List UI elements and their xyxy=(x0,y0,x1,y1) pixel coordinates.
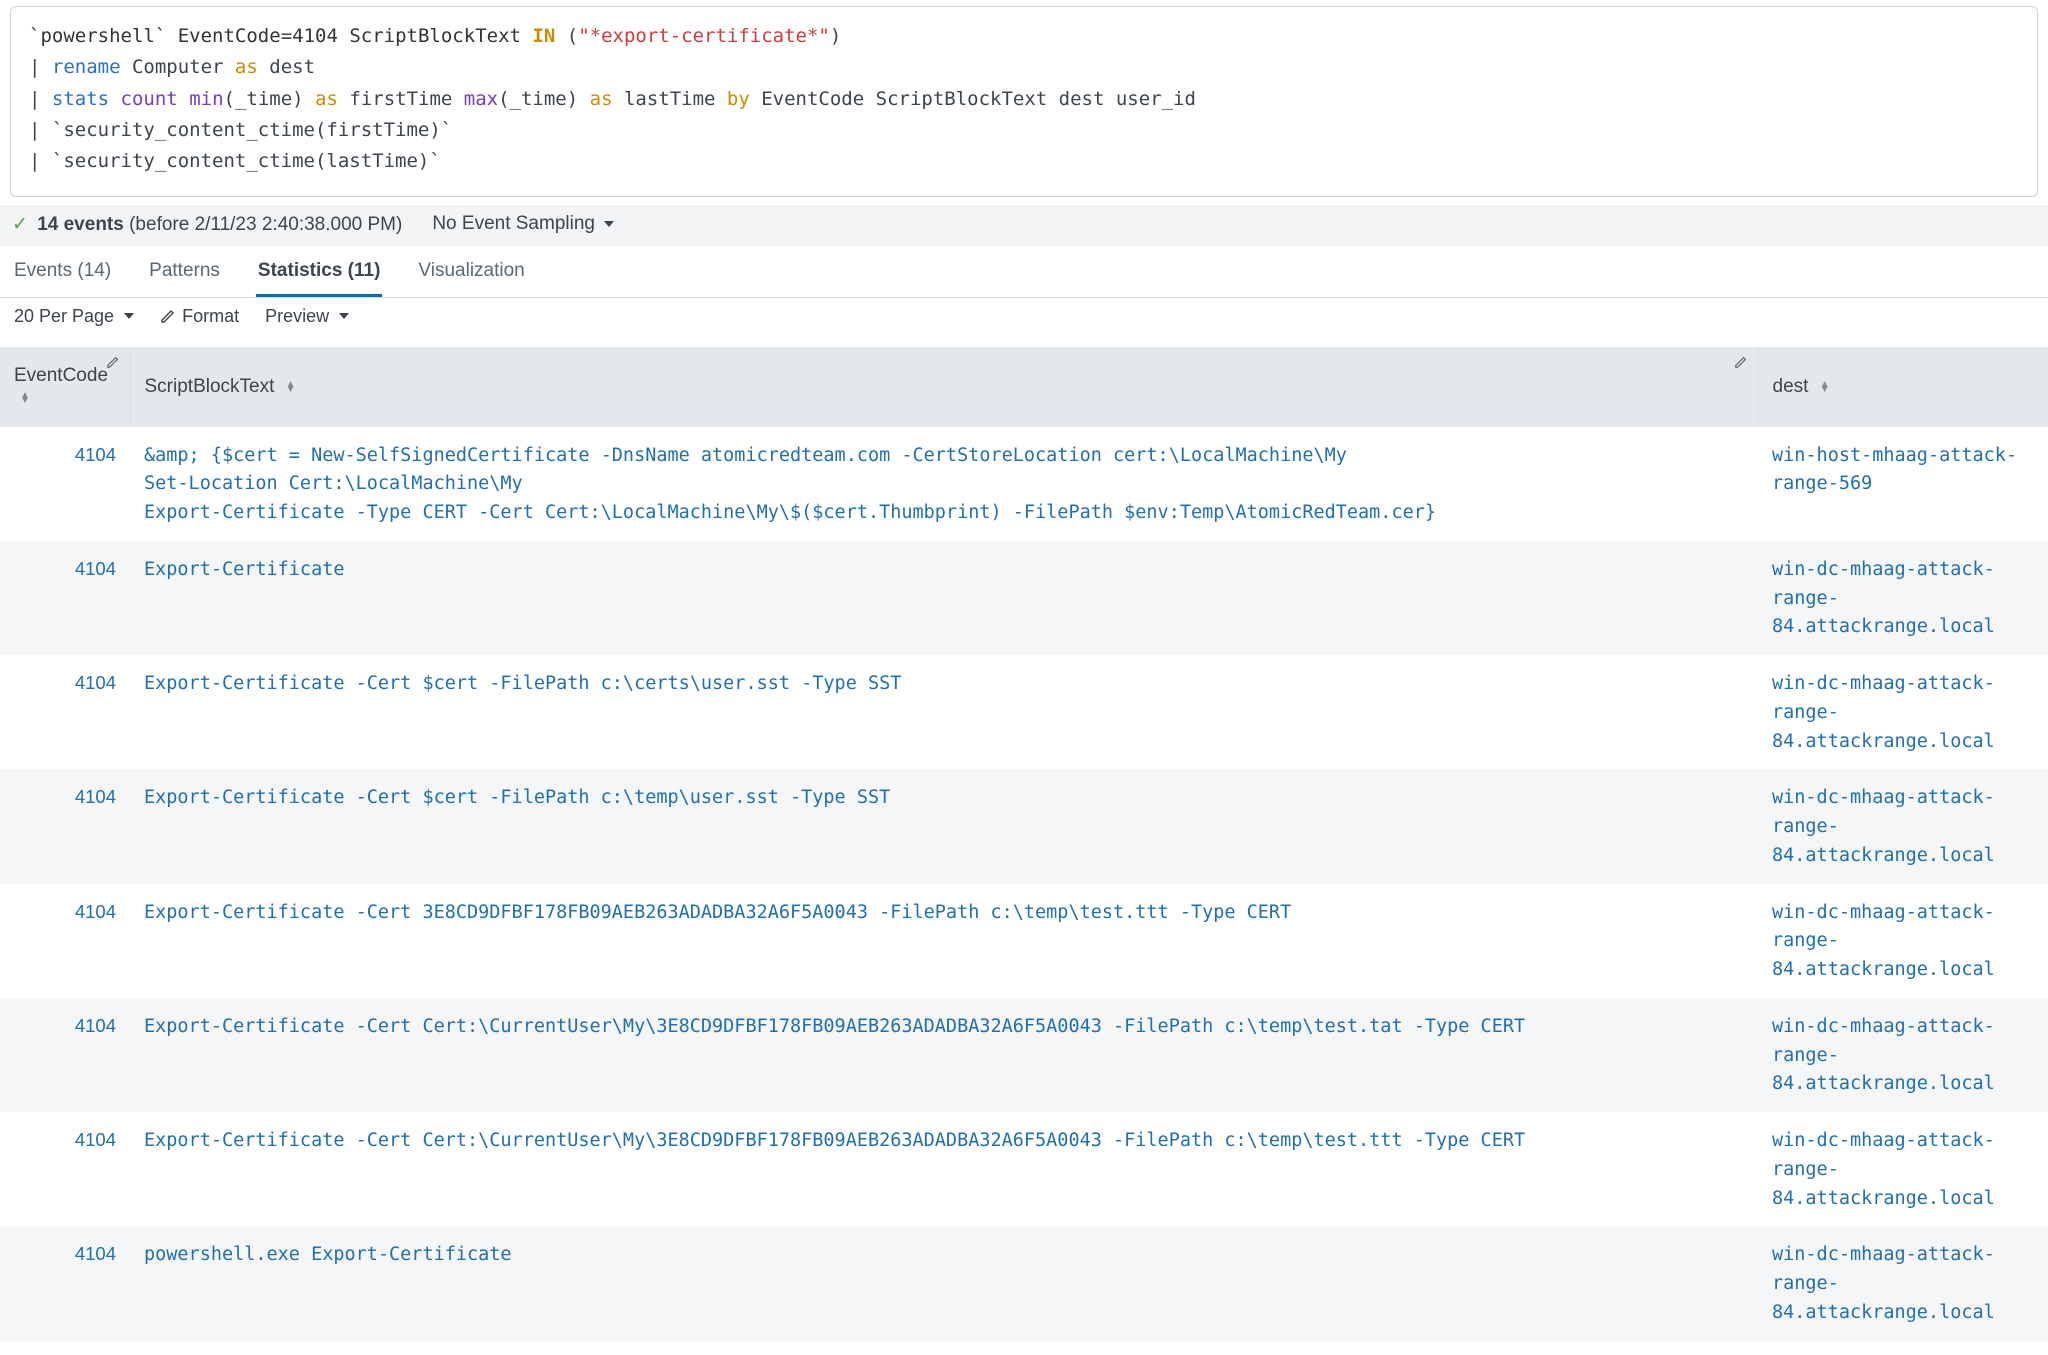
eventcode-value[interactable]: 4104 xyxy=(75,1243,116,1264)
caret-down-icon xyxy=(339,313,349,319)
column-header-eventcode[interactable]: EventCode ▲▼ xyxy=(0,347,130,427)
column-label: ScriptBlockText xyxy=(145,376,275,397)
tab-statistics[interactable]: Statistics (11) xyxy=(256,246,383,297)
search-query-box[interactable]: `powershell` EventCode=4104 ScriptBlockT… xyxy=(10,6,2038,197)
pencil-icon[interactable] xyxy=(1734,355,1748,372)
event-count: 14 events xyxy=(37,214,124,235)
pencil-icon xyxy=(160,308,176,324)
sort-icon[interactable]: ▲▼ xyxy=(1820,382,1830,392)
event-sampling-dropdown[interactable]: No Event Sampling xyxy=(432,213,614,235)
caret-down-icon xyxy=(124,313,134,319)
eventcode-value[interactable]: 4104 xyxy=(75,1129,116,1150)
time-range-label: (before 2/11/23 2:40:38.000 PM) xyxy=(124,214,403,235)
format-label: Format xyxy=(182,306,239,327)
column-label: EventCode xyxy=(14,365,108,386)
eventcode-value[interactable]: 4104 xyxy=(75,444,116,465)
dest-value[interactable]: win-dc-mhaag-attack-range-84.attackrange… xyxy=(1772,559,1995,638)
table-row[interactable]: 4104 Export-Certificate -Cert 3E8CD9DFBF1… xyxy=(0,884,2048,998)
scriptblocktext-value[interactable]: &amp; {$cert = New-SelfSignedCertificate… xyxy=(144,445,1436,524)
eventcode-value[interactable]: 4104 xyxy=(75,672,116,693)
tab-events[interactable]: Events (14) xyxy=(12,246,113,297)
table-row[interactable]: 4104 Export-Certificate -Cert $cert -File… xyxy=(0,655,2048,769)
scriptblocktext-value[interactable]: Export-Certificate -Cert 3E8CD9DFBF178FB… xyxy=(144,902,1291,923)
table-row[interactable]: 4104 Export-Certificate -Cert $cert -File… xyxy=(0,769,2048,883)
scriptblocktext-value[interactable]: Export-Certificate xyxy=(144,559,344,580)
dest-value[interactable]: win-dc-mhaag-attack-range-84.attackrange… xyxy=(1772,787,1995,866)
sort-icon[interactable]: ▲▼ xyxy=(286,382,296,392)
per-page-dropdown[interactable]: 20 Per Page xyxy=(14,306,134,327)
tab-visualization[interactable]: Visualization xyxy=(416,246,526,297)
table-row[interactable]: 4104 Export-Certificate win-dc-mhaag-attac… xyxy=(0,541,2048,655)
scriptblocktext-value[interactable]: Export-Certificate -Cert Cert:\CurrentUs… xyxy=(144,1016,1525,1037)
eventcode-value[interactable]: 4104 xyxy=(75,1015,116,1036)
results-toolbar: 20 Per Page Format Preview xyxy=(0,298,2048,347)
results-table: EventCode ▲▼ ScriptBlockText ▲▼ dest ▲▼ … xyxy=(0,347,2048,1341)
dest-value[interactable]: win-dc-mhaag-attack-range-84.attackrange… xyxy=(1772,1244,1995,1323)
scriptblocktext-value[interactable]: Export-Certificate -Cert $cert -FilePath… xyxy=(144,787,890,808)
pencil-icon[interactable] xyxy=(106,355,120,372)
scriptblocktext-value[interactable]: powershell.exe Export-Certificate xyxy=(144,1244,512,1265)
column-header-dest[interactable]: dest ▲▼ xyxy=(1758,347,2048,427)
dest-value[interactable]: win-dc-mhaag-attack-range-84.attackrange… xyxy=(1772,1016,1995,1095)
preview-label: Preview xyxy=(265,306,329,327)
table-row[interactable]: 4104&amp; {$cert = New-SelfSignedCertifi… xyxy=(0,427,2048,541)
table-row[interactable]: 4104 Export-Certificate -Cert Cert:\Curre… xyxy=(0,1112,2048,1226)
dest-value[interactable]: win-dc-mhaag-attack-range-84.attackrange… xyxy=(1772,1130,1995,1209)
dest-value[interactable]: win-dc-mhaag-attack-range-84.attackrange… xyxy=(1772,902,1995,981)
per-page-label: 20 Per Page xyxy=(14,306,114,327)
eventcode-value[interactable]: 4104 xyxy=(75,558,116,579)
column-header-scriptblocktext[interactable]: ScriptBlockText ▲▼ xyxy=(130,347,1758,427)
scriptblocktext-value[interactable]: Export-Certificate -Cert Cert:\CurrentUs… xyxy=(144,1130,1525,1151)
format-button[interactable]: Format xyxy=(160,306,239,327)
column-label: dest xyxy=(1773,376,1809,397)
eventcode-value[interactable]: 4104 xyxy=(75,901,116,922)
dest-value[interactable]: win-dc-mhaag-attack-range-84.attackrange… xyxy=(1772,673,1995,752)
results-meta-bar: ✓ 14 events (before 2/11/23 2:40:38.000 … xyxy=(0,205,2048,246)
result-tabs: Events (14) Patterns Statistics (11) Visual… xyxy=(0,246,2048,298)
sort-icon[interactable]: ▲▼ xyxy=(20,393,30,403)
table-row[interactable]: 4104 powershell.exe Export-Certificate win… xyxy=(0,1226,2048,1340)
caret-down-icon xyxy=(604,221,614,227)
event-sampling-label: No Event Sampling xyxy=(432,213,595,234)
eventcode-value[interactable]: 4104 xyxy=(75,786,116,807)
preview-dropdown[interactable]: Preview xyxy=(265,306,349,327)
tab-patterns[interactable]: Patterns xyxy=(147,246,222,297)
check-icon: ✓ xyxy=(12,214,28,235)
scriptblocktext-value[interactable]: Export-Certificate -Cert $cert -FilePath… xyxy=(144,673,901,694)
dest-value[interactable]: win-host-mhaag-attack-range-569 xyxy=(1772,445,2017,495)
table-row[interactable]: 4104 Export-Certificate -Cert Cert:\Curre… xyxy=(0,998,2048,1112)
